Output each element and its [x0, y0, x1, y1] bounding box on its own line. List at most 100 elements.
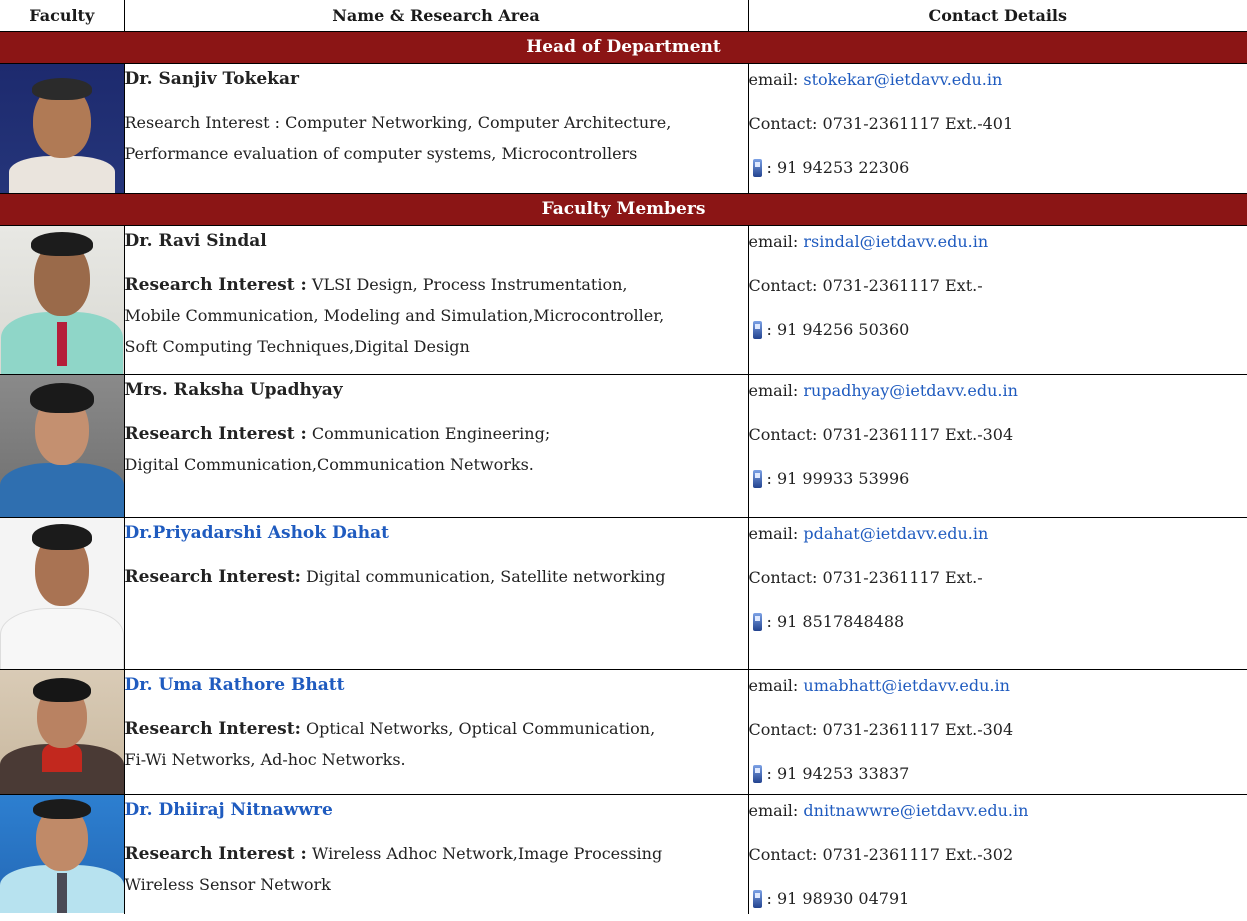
mobile-line: : 91 94256 50360	[749, 314, 1247, 345]
email-link[interactable]: pdahat@ietdavv.edu.in	[803, 524, 988, 543]
research-text: Optical Networks, Optical Communication,	[300, 719, 656, 738]
email-label: email:	[748, 70, 804, 89]
faculty-name-link[interactable]: Dr. Uma Rathore Bhatt	[125, 670, 748, 713]
faculty-name-link[interactable]: Dr.Priyadarshi Ashok Dahat	[125, 518, 748, 561]
mobile-phone-icon	[752, 321, 762, 339]
research-label: Research Interest :	[124, 844, 307, 864]
email-label: email:	[748, 381, 804, 400]
research-line: Mobile Communication, Modeling and Simul…	[124, 306, 665, 325]
mobile-phone-icon	[752, 613, 762, 631]
faculty-contact-cell: email: dnitnawwre@ietdavv.edu.in Contact…	[748, 794, 1247, 914]
research-line: Research Interest : Wireless Adhoc Netwo…	[125, 838, 748, 869]
faculty-table: Faculty Name & Research Area Contact Det…	[0, 0, 1247, 914]
faculty-info-cell: Dr. Ravi Sindal Research Interest : VLSI…	[124, 225, 749, 375]
research-text: Wireless Adhoc Network,Image Processing	[306, 844, 663, 863]
faculty-contact-cell: email: rupadhyay@ietdavv.edu.in Contact:…	[748, 374, 1247, 518]
email-link[interactable]: rsindal@ietdavv.edu.in	[803, 232, 988, 251]
email-line: email: rupadhyay@ietdavv.edu.in	[749, 375, 1247, 419]
mobile-number: : 91 8517848488	[766, 612, 905, 631]
email-line: email: stokekar@ietdavv.edu.in	[749, 64, 1247, 108]
mobile-line: : 91 94253 22306	[749, 152, 1247, 183]
faculty-photo-cell	[0, 517, 125, 670]
research-text: VLSI Design, Process Instrumentation,	[306, 275, 628, 294]
faculty-photo-cell	[0, 374, 125, 518]
mobile-line: : 91 94253 33837	[749, 758, 1247, 789]
faculty-photo	[0, 795, 124, 913]
contact-line: Contact: 0731-2361117 Ext.-302	[748, 845, 1014, 864]
research-line: Soft Computing Techniques,Digital Design	[124, 337, 470, 356]
faculty-info-cell: Dr. Dhiiraj Nitnawwre Research Interest …	[124, 794, 749, 914]
faculty-info-cell: Dr. Sanjiv Tokekar Research Interest : C…	[124, 63, 749, 194]
faculty-photo-cell	[0, 63, 125, 194]
section-row-members: Faculty Members	[0, 193, 1247, 226]
mobile-phone-icon	[752, 470, 762, 488]
research-text: Communication Engineering;	[306, 424, 551, 443]
section-row-hod: Head of Department	[0, 31, 1247, 64]
faculty-contact-cell: email: rsindal@ietdavv.edu.in Contact: 0…	[748, 226, 1247, 375]
faculty-row: Dr. Uma Rathore Bhatt Research Interest:…	[0, 669, 1247, 795]
mobile-phone-icon	[752, 159, 762, 177]
mobile-phone-icon	[752, 765, 762, 783]
faculty-contact-cell: email: umabhatt@ietdavv.edu.in Contact: …	[748, 669, 1247, 795]
faculty-contact-cell: email: stokekar@ietdavv.edu.in Contact: …	[748, 64, 1247, 194]
faculty-photo	[0, 670, 124, 794]
faculty-row: Dr. Dhiiraj Nitnawwre Research Interest …	[0, 794, 1247, 914]
research-line: Research Interest: Optical Networks, Opt…	[125, 713, 748, 744]
faculty-name: Mrs. Raksha Upadhyay	[124, 380, 343, 400]
mobile-number: : 91 99933 53996	[766, 469, 910, 488]
faculty-info-cell: Dr.Priyadarshi Ashok Dahat Research Inte…	[124, 517, 749, 670]
email-link[interactable]: dnitnawwre@ietdavv.edu.in	[803, 801, 1028, 820]
email-link[interactable]: stokekar@ietdavv.edu.in	[803, 70, 1002, 89]
research-label: Research Interest :	[124, 275, 307, 295]
research-line: Research Interest : Communication Engine…	[125, 418, 748, 449]
email-link[interactable]: rupadhyay@ietdavv.edu.in	[803, 381, 1017, 400]
email-line: email: pdahat@ietdavv.edu.in	[749, 518, 1247, 562]
mobile-phone-icon	[752, 890, 762, 908]
email-line: email: dnitnawwre@ietdavv.edu.in	[749, 795, 1247, 839]
faculty-photo-cell	[0, 794, 125, 914]
mobile-line: : 91 99933 53996	[749, 463, 1247, 494]
email-label: email:	[748, 232, 804, 251]
faculty-name: Dr. Ravi Sindal	[124, 231, 267, 251]
research-line: Wireless Sensor Network	[124, 875, 331, 894]
faculty-contact-cell: email: pdahat@ietdavv.edu.in Contact: 07…	[748, 517, 1247, 670]
faculty-info-cell: Mrs. Raksha Upadhyay Research Interest :…	[124, 374, 749, 518]
mobile-line: : 91 98930 04791	[749, 883, 1247, 914]
header-contact: Contact Details	[747, 0, 1247, 32]
contact-line: Contact: 0731-2361117 Ext.-304	[748, 720, 1014, 739]
table-header-row: Faculty Name & Research Area Contact Det…	[0, 0, 1247, 32]
research-line: Research Interest : Computer Networking,…	[124, 113, 672, 132]
faculty-photo	[0, 64, 124, 193]
research-label: Research Interest:	[124, 567, 301, 587]
faculty-name-link[interactable]: Dr. Dhiiraj Nitnawwre	[125, 795, 748, 838]
section-title-members: Faculty Members	[0, 193, 1247, 226]
faculty-row: Mrs. Raksha Upadhyay Research Interest :…	[0, 374, 1247, 518]
contact-line: Contact: 0731-2361117 Ext.-	[748, 568, 983, 587]
faculty-row: Dr. Ravi Sindal Research Interest : VLSI…	[0, 225, 1247, 375]
faculty-info-cell: Dr. Uma Rathore Bhatt Research Interest:…	[124, 669, 749, 795]
contact-line: Contact: 0731-2361117 Ext.-	[748, 276, 983, 295]
contact-line: Contact: 0731-2361117 Ext.-304	[748, 425, 1014, 444]
faculty-row: Dr. Sanjiv Tokekar Research Interest : C…	[0, 63, 1247, 194]
research-label: Research Interest:	[124, 719, 301, 739]
faculty-photo	[0, 226, 124, 374]
faculty-photo	[0, 375, 124, 517]
mobile-number: : 91 98930 04791	[766, 889, 910, 908]
faculty-name: Dr. Sanjiv Tokekar	[124, 69, 299, 89]
mobile-number: : 91 94256 50360	[766, 320, 910, 339]
email-link[interactable]: umabhatt@ietdavv.edu.in	[803, 676, 1010, 695]
mobile-number: : 91 94253 33837	[766, 764, 910, 783]
research-line: Digital Communication,Communication Netw…	[124, 455, 534, 474]
research-text: Digital communication, Satellite network…	[300, 567, 666, 586]
research-label: Research Interest :	[124, 424, 307, 444]
research-line: Fi-Wi Networks, Ad-hoc Networks.	[124, 750, 406, 769]
research-line: Research Interest : VLSI Design, Process…	[125, 269, 748, 300]
mobile-number: : 91 94253 22306	[766, 158, 910, 177]
email-line: email: rsindal@ietdavv.edu.in	[749, 226, 1247, 270]
contact-line: Contact: 0731-2361117 Ext.-401	[748, 114, 1014, 133]
section-title-hod: Head of Department	[0, 31, 1247, 64]
faculty-photo-cell	[0, 225, 125, 375]
faculty-row: Dr.Priyadarshi Ashok Dahat Research Inte…	[0, 517, 1247, 670]
header-name-research: Name & Research Area	[123, 0, 748, 32]
email-label: email:	[748, 676, 804, 695]
